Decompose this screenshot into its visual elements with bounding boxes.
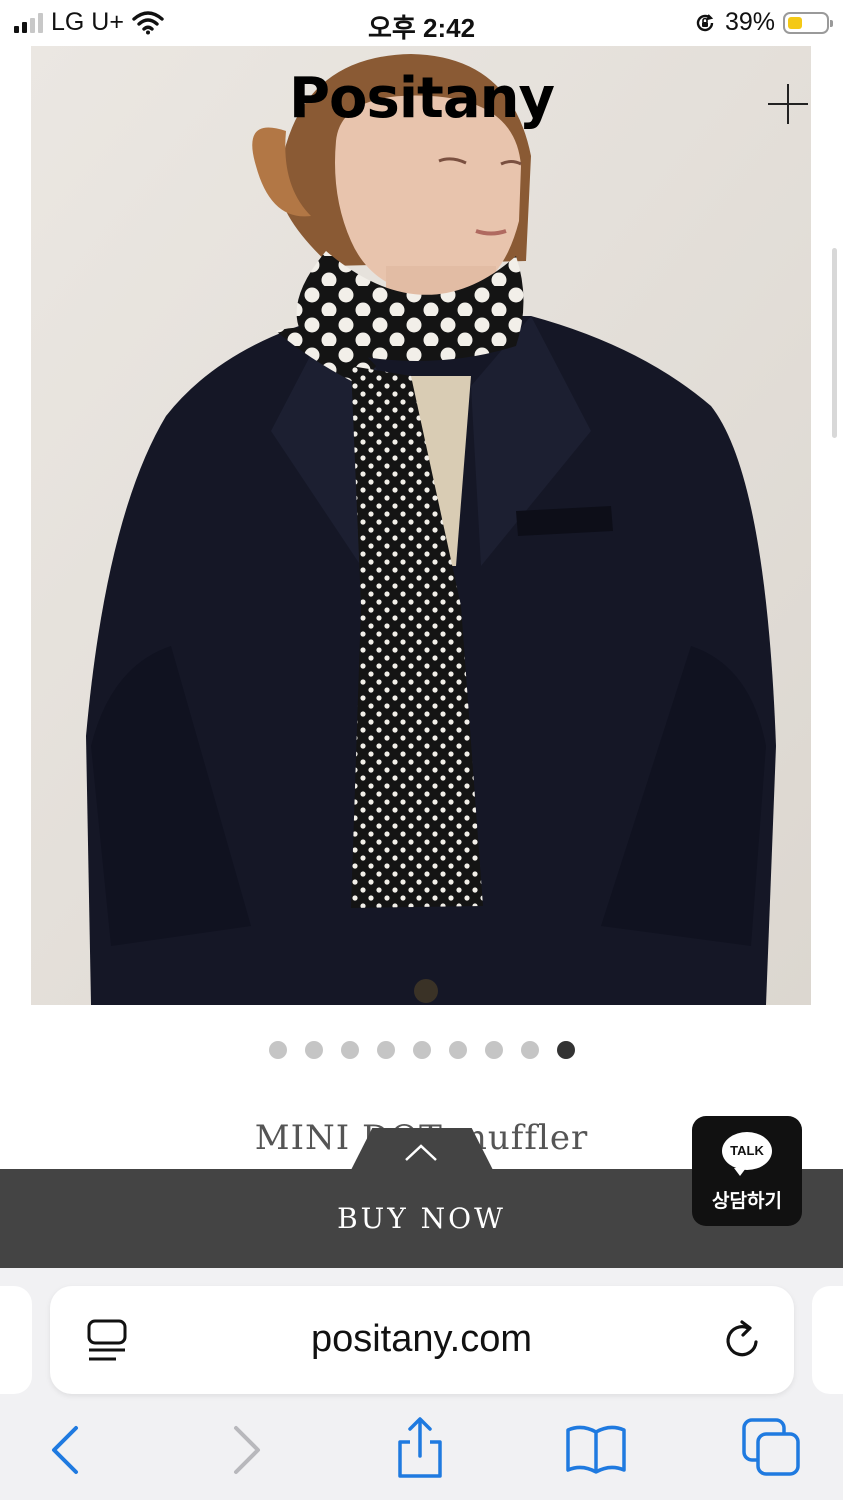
- chevron-up-icon[interactable]: [404, 1142, 438, 1162]
- bookmarks-icon[interactable]: [564, 1416, 628, 1480]
- status-bar: LG U+ 오후 2:42 39%: [0, 0, 843, 46]
- forward-icon[interactable]: [214, 1416, 278, 1480]
- carousel-dot[interactable]: [484, 1041, 503, 1059]
- plus-menu-icon[interactable]: [768, 84, 808, 124]
- carousel-dot[interactable]: [268, 1041, 287, 1059]
- url-text[interactable]: positany.com: [0, 1318, 843, 1361]
- reload-icon[interactable]: [718, 1316, 766, 1364]
- talk-chat-button[interactable]: TALK 상담하기: [692, 1116, 802, 1226]
- carousel-dot[interactable]: [412, 1041, 431, 1059]
- talk-label: 상담하기: [712, 1191, 782, 1212]
- model-illustration: [31, 46, 811, 1005]
- brand-logo[interactable]: Positany: [0, 66, 843, 131]
- battery-percent: 39%: [724, 8, 775, 36]
- carousel-dot[interactable]: [304, 1041, 323, 1059]
- tabs-icon[interactable]: [740, 1416, 804, 1480]
- carousel-dot-active[interactable]: [556, 1041, 575, 1059]
- back-icon[interactable]: [34, 1416, 98, 1480]
- carousel-dots[interactable]: [0, 1041, 843, 1059]
- rotation-lock-icon: [696, 13, 714, 31]
- carousel-dot[interactable]: [340, 1041, 359, 1059]
- battery-icon: [783, 11, 833, 34]
- talk-bubble-icon: TALK: [722, 1132, 772, 1176]
- share-icon[interactable]: [388, 1416, 452, 1480]
- product-photo[interactable]: [31, 46, 811, 1005]
- carousel-dot[interactable]: [520, 1041, 539, 1059]
- carousel-dot[interactable]: [376, 1041, 395, 1059]
- scroll-indicator: [832, 248, 837, 438]
- carousel-dot[interactable]: [448, 1041, 467, 1059]
